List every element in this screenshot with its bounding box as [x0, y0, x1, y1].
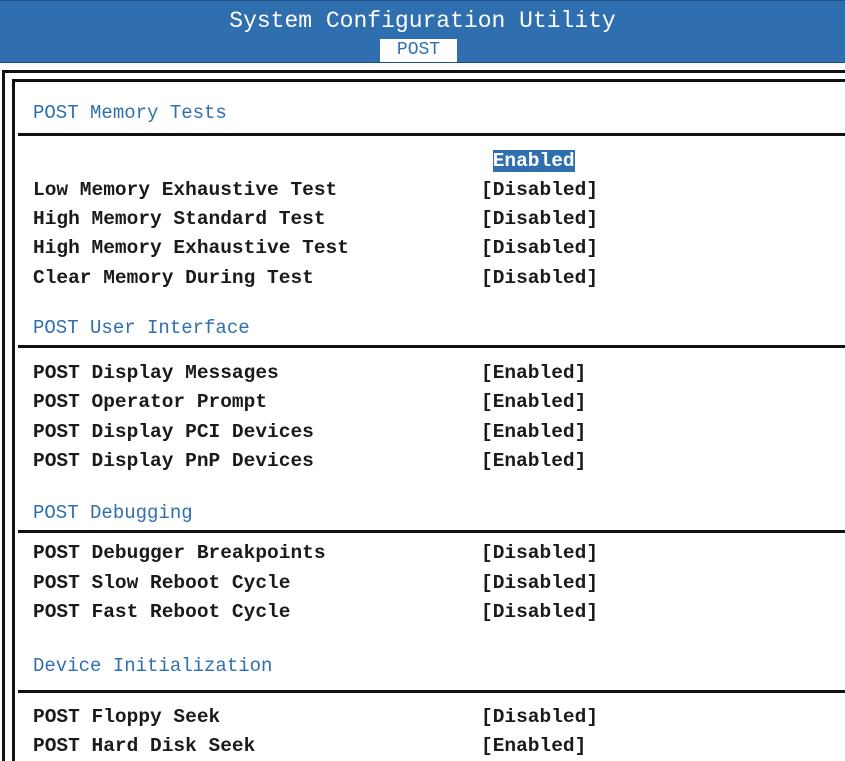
setting-value-text: Enabled — [492, 421, 575, 443]
setting-value-text: Enabled — [492, 150, 575, 172]
setting-label: High Memory Standard Test — [33, 208, 326, 230]
setting-label: POST Display PnP Devices — [33, 450, 314, 472]
setting-low-memory-standard-test[interactable]: Low Memory Standard Test [Enabled] — [33, 147, 833, 176]
setting-label: Low Memory Exhaustive Test — [33, 179, 338, 201]
setting-label: Clear Memory During Test — [33, 267, 314, 289]
setting-value-text: Disabled — [492, 542, 587, 564]
section-title-device-initialization: Device Initialization — [33, 655, 273, 677]
section-title-post-user-interface: POST User Interface — [33, 317, 250, 339]
setting-value[interactable]: [Disabled] — [481, 703, 598, 732]
setting-post-hard-disk-seek[interactable]: POST Hard Disk Seek [Enabled] — [33, 732, 833, 761]
setting-low-memory-exhaustive-test[interactable]: Low Memory Exhaustive Test [Disabled] — [33, 176, 833, 205]
setting-value[interactable]: [Enabled] — [481, 447, 586, 476]
setting-label: POST Fast Reboot Cycle — [33, 601, 291, 623]
setting-high-memory-standard-test[interactable]: High Memory Standard Test [Disabled] — [33, 205, 833, 234]
setting-value[interactable]: [Disabled] — [481, 539, 598, 568]
setting-label: High Memory Exhaustive Test — [33, 237, 349, 259]
setting-clear-memory-during-test[interactable]: Clear Memory During Test [Disabled] — [33, 264, 833, 293]
setting-value[interactable]: [Disabled] — [481, 598, 598, 627]
section-divider — [18, 530, 845, 533]
setting-label: POST Display Messages — [33, 362, 279, 384]
setting-value[interactable]: [Disabled] — [481, 234, 598, 263]
setting-post-debugger-breakpoints[interactable]: POST Debugger Breakpoints [Disabled] — [33, 539, 833, 568]
section-divider — [18, 133, 845, 136]
setting-value-text: Disabled — [492, 237, 587, 259]
setting-value[interactable]: [Disabled] — [481, 264, 598, 293]
setting-label: POST Display PCI Devices — [33, 421, 314, 443]
setting-value[interactable]: [Disabled] — [481, 205, 598, 234]
setting-value[interactable]: [Enabled] — [481, 147, 586, 176]
setting-value-text: Disabled — [492, 601, 587, 623]
setting-label: POST Floppy Seek — [33, 706, 221, 728]
setting-label: POST Debugger Breakpoints — [33, 542, 326, 564]
tab-post[interactable]: POST — [380, 39, 457, 62]
setting-post-display-pci-devices[interactable]: POST Display PCI Devices [Enabled] — [33, 418, 833, 447]
setting-value-text: Enabled — [492, 362, 575, 384]
setting-high-memory-exhaustive-test[interactable]: High Memory Exhaustive Test [Disabled] — [33, 234, 833, 263]
app-title: System Configuration Utility — [229, 8, 616, 34]
setting-value[interactable]: [Disabled] — [481, 569, 598, 598]
section-divider — [18, 690, 845, 693]
setting-value-text: Disabled — [492, 572, 587, 594]
setting-value-text: Disabled — [492, 179, 587, 201]
bios-screen: System Configuration Utility POST POST M… — [0, 0, 845, 761]
section-divider — [18, 345, 845, 348]
setting-label: POST Operator Prompt — [33, 391, 268, 413]
setting-value[interactable]: [Enabled] — [481, 359, 586, 388]
setting-label: POST Hard Disk Seek — [33, 735, 256, 757]
setting-value-text: Disabled — [492, 706, 587, 728]
setting-post-floppy-seek[interactable]: POST Floppy Seek [Disabled] — [33, 703, 833, 732]
setting-value-text: Enabled — [492, 735, 575, 757]
setting-post-slow-reboot-cycle[interactable]: POST Slow Reboot Cycle [Disabled] — [33, 569, 833, 598]
setting-post-operator-prompt[interactable]: POST Operator Prompt [Enabled] — [33, 388, 833, 417]
setting-value-text: Enabled — [492, 391, 575, 413]
setting-value-text: Enabled — [492, 450, 575, 472]
setting-value[interactable]: [Enabled] — [481, 388, 586, 417]
setting-post-display-pnp-devices[interactable]: POST Display PnP Devices [Enabled] — [33, 447, 833, 476]
setting-value-text: Disabled — [492, 267, 587, 289]
setting-post-fast-reboot-cycle[interactable]: POST Fast Reboot Cycle [Disabled] — [33, 598, 833, 627]
setting-value-text: Disabled — [492, 208, 587, 230]
frame-left-outer-line — [2, 70, 5, 761]
frame-left-inner-line — [12, 79, 15, 761]
section-title-post-debugging: POST Debugging — [33, 502, 193, 524]
setting-label: Low Memory Standard Test — [33, 150, 314, 172]
setting-value[interactable]: [Disabled] — [481, 176, 598, 205]
setting-label: POST Slow Reboot Cycle — [33, 572, 291, 594]
setting-value[interactable]: [Enabled] — [481, 732, 586, 761]
frame-top-inner-line — [12, 79, 845, 82]
header-bar: System Configuration Utility POST — [0, 0, 845, 63]
setting-value[interactable]: [Enabled] — [481, 418, 586, 447]
frame-top-outer-line — [2, 70, 845, 73]
setting-post-display-messages[interactable]: POST Display Messages [Enabled] — [33, 359, 833, 388]
section-title-post-memory-tests: POST Memory Tests — [33, 102, 227, 124]
